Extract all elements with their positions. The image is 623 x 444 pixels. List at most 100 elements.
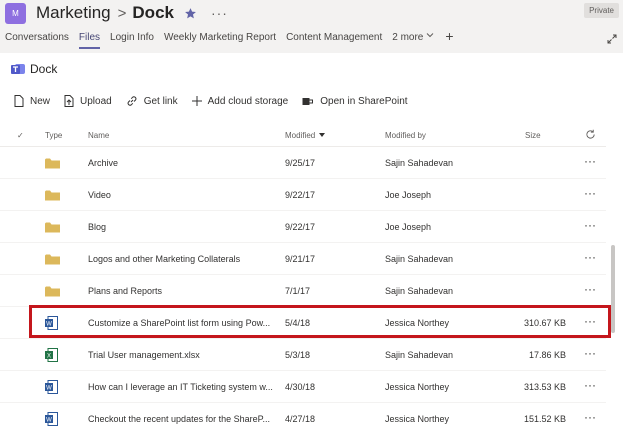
column-header-size[interactable]: Size [525, 128, 541, 142]
file-row[interactable]: Video 9/22/17 Joe Joseph ··· [0, 179, 606, 211]
tab-files[interactable]: Files [74, 30, 105, 53]
column-header-modified-label: Modified [285, 130, 316, 140]
file-size: 17.86 KB [528, 350, 566, 360]
tab-more-dropdown[interactable]: 2 more [387, 30, 439, 53]
file-row[interactable]: Blog 9/22/17 Joe Joseph ··· [0, 211, 606, 243]
team-name[interactable]: Marketing [36, 3, 111, 23]
open-in-sharepoint-button[interactable]: Open in SharePoint [302, 95, 408, 107]
add-cloud-storage-button[interactable]: Add cloud storage [191, 95, 289, 107]
channel-more-options-button[interactable]: ··· [211, 6, 228, 20]
file-row[interactable]: Plans and Reports 7/1/17 Sajin Sahadevan… [0, 275, 606, 307]
tab-weekly-marketing-report[interactable]: Weekly Marketing Report [159, 30, 281, 53]
add-cloud-storage-label: Add cloud storage [207, 95, 289, 107]
file-name-link[interactable]: Logos and other Marketing Collaterals [88, 243, 278, 275]
favorite-star-icon[interactable] [184, 7, 197, 20]
file-size: 151.52 KB [523, 414, 566, 424]
file-modified: 7/1/17 [285, 286, 311, 296]
row-more-options-button[interactable]: ··· [582, 371, 598, 403]
file-row[interactable]: W How can I leverage an IT Ticketing sys… [0, 371, 606, 403]
files-panel: Dock New Upload Get link Add cloud stora… [0, 53, 623, 444]
tab-more-label: 2 more [392, 32, 424, 43]
command-bar: New Upload Get link Add cloud storage Op… [0, 94, 422, 108]
new-document-icon [14, 95, 24, 107]
teams-logo-icon [11, 64, 25, 74]
get-link-label: Get link [143, 95, 178, 107]
upload-button[interactable]: Upload [64, 95, 112, 107]
file-size [460, 243, 566, 275]
expand-icon[interactable] [607, 34, 617, 44]
channel-name: Dock [132, 3, 174, 22]
row-more-options-button[interactable]: ··· [582, 403, 598, 435]
folder-icon [45, 211, 61, 243]
file-size [460, 211, 566, 243]
file-modified: 5/3/18 [285, 350, 311, 360]
folder-icon [45, 275, 61, 307]
file-row[interactable]: W Checkout the recent updates for the Sh… [0, 403, 606, 435]
column-header-modified[interactable]: Modified [285, 128, 326, 142]
file-size: 313.53 KB [523, 382, 566, 392]
file-modified: 9/25/17 [285, 158, 316, 168]
row-more-options-button[interactable]: ··· [582, 179, 598, 211]
add-tab-button[interactable]: + [439, 29, 453, 43]
file-modified: 4/30/18 [285, 382, 316, 392]
plus-icon [191, 96, 202, 106]
file-modified: 4/27/18 [285, 414, 316, 424]
new-label: New [30, 95, 51, 107]
tab-conversations[interactable]: Conversations [0, 30, 74, 53]
file-name-link[interactable]: Checkout the recent updates for the Shar… [88, 403, 278, 435]
svg-text:W: W [46, 386, 52, 392]
file-row[interactable]: Archive 9/25/17 Sajin Sahadevan ··· [0, 147, 606, 179]
library-title: Dock [11, 62, 57, 76]
file-name-link[interactable]: Plans and Reports [88, 275, 278, 307]
file-size [460, 275, 566, 307]
file-row[interactable]: X Trial User management.xlsx 5/3/18 Saji… [0, 339, 606, 371]
file-modified: 9/21/17 [285, 254, 316, 264]
file-modified: 9/22/17 [285, 222, 316, 232]
row-more-options-button[interactable]: ··· [582, 147, 598, 179]
upload-icon [64, 95, 74, 107]
file-name-link[interactable]: Trial User management.xlsx [88, 339, 278, 371]
file-size [460, 147, 566, 179]
column-header-type[interactable]: Type [45, 128, 62, 142]
file-row[interactable]: Logos and other Marketing Collaterals 9/… [0, 243, 606, 275]
tab-content-management[interactable]: Content Management [281, 30, 387, 53]
sharepoint-icon [302, 97, 314, 105]
upload-label: Upload [80, 95, 112, 107]
file-name-link[interactable]: Video [88, 179, 278, 211]
sort-descending-icon [319, 133, 326, 137]
chevron-down-icon [427, 33, 434, 38]
channel-header: M Marketing > Dock ··· Private Conversat… [0, 0, 623, 53]
excel-document-icon: X [45, 339, 61, 371]
word-document-icon: W [45, 403, 61, 435]
column-header-modified-by[interactable]: Modified by [385, 128, 426, 142]
scrollbar-thumb[interactable] [611, 245, 615, 333]
breadcrumb: Marketing > Dock ··· [36, 2, 228, 24]
link-icon [127, 96, 137, 106]
file-modified: 9/22/17 [285, 190, 316, 200]
folder-icon [45, 179, 61, 211]
new-button[interactable]: New [14, 95, 50, 107]
row-more-options-button[interactable]: ··· [582, 339, 598, 371]
row-more-options-button[interactable]: ··· [582, 243, 598, 275]
open-in-sharepoint-label: Open in SharePoint [320, 95, 408, 107]
row-more-options-button[interactable]: ··· [582, 211, 598, 243]
column-header-name[interactable]: Name [88, 128, 109, 142]
row-more-options-button[interactable]: ··· [582, 275, 598, 307]
breadcrumb-separator: > [117, 4, 127, 22]
channel-tabs: Conversations Files Login Info Weekly Ma… [0, 29, 454, 53]
select-all-checkbox[interactable]: ✓ [17, 128, 24, 142]
file-name-link[interactable]: How can I leverage an IT Ticketing syste… [88, 371, 278, 403]
file-size [460, 179, 566, 211]
tab-login-info[interactable]: Login Info [105, 30, 159, 53]
file-name-link[interactable]: Archive [88, 147, 278, 179]
svg-text:W: W [46, 418, 52, 424]
library-name: Dock [30, 62, 58, 76]
refresh-icon[interactable] [585, 129, 596, 140]
highlight-annotation-box [29, 305, 611, 338]
team-avatar[interactable]: M [5, 3, 26, 24]
get-link-button[interactable]: Get link [126, 95, 178, 107]
svg-text:X: X [47, 354, 51, 360]
folder-icon [45, 147, 61, 179]
word-document-icon: W [45, 371, 61, 403]
file-name-link[interactable]: Blog [88, 211, 278, 243]
